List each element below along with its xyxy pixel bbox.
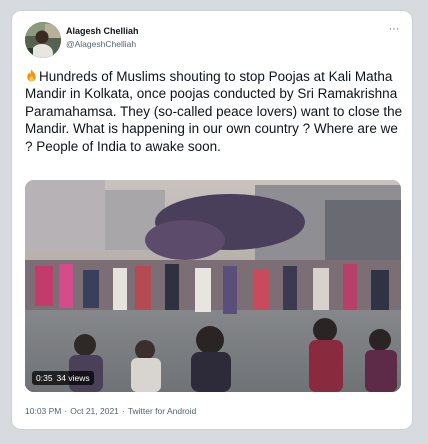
tweet-card[interactable]: Alagesh Chelliah @AlageshChelliah ··· Hu… bbox=[11, 10, 413, 430]
tweet-text: Hundreds of Muslims shouting to stop Poo… bbox=[25, 68, 405, 155]
video-stats: 0:35 34 views bbox=[32, 371, 94, 385]
fire-icon bbox=[27, 69, 36, 82]
video-player[interactable]: 0:35 34 views bbox=[25, 180, 401, 392]
tweet-source[interactable]: Twitter for Android bbox=[128, 406, 197, 416]
more-options-button[interactable]: ··· bbox=[385, 23, 403, 35]
tweet-date: Oct 21, 2021 bbox=[70, 406, 119, 416]
tweet-time: 10:03 PM bbox=[25, 406, 62, 416]
avatar[interactable] bbox=[25, 22, 61, 58]
meta-separator: · bbox=[64, 406, 68, 416]
tweet-metadata: 10:03 PM · Oct 21, 2021 · Twitter for Androi… bbox=[25, 406, 196, 416]
video-duration: 0:35 bbox=[36, 373, 53, 383]
page-background: Alagesh Chelliah @AlageshChelliah ··· Hu… bbox=[0, 0, 428, 444]
video-thumbnail bbox=[25, 180, 401, 392]
tweet-timestamp[interactable]: 10:03 PM · Oct 21, 2021 bbox=[25, 406, 119, 416]
author-handle[interactable]: @AlageshChelliah bbox=[66, 39, 136, 49]
author-name[interactable]: Alagesh Chelliah bbox=[66, 26, 139, 36]
meta-separator: · bbox=[121, 406, 125, 416]
video-views: 34 views bbox=[56, 373, 90, 383]
tweet-body: Hundreds of Muslims shouting to stop Poo… bbox=[25, 69, 403, 154]
